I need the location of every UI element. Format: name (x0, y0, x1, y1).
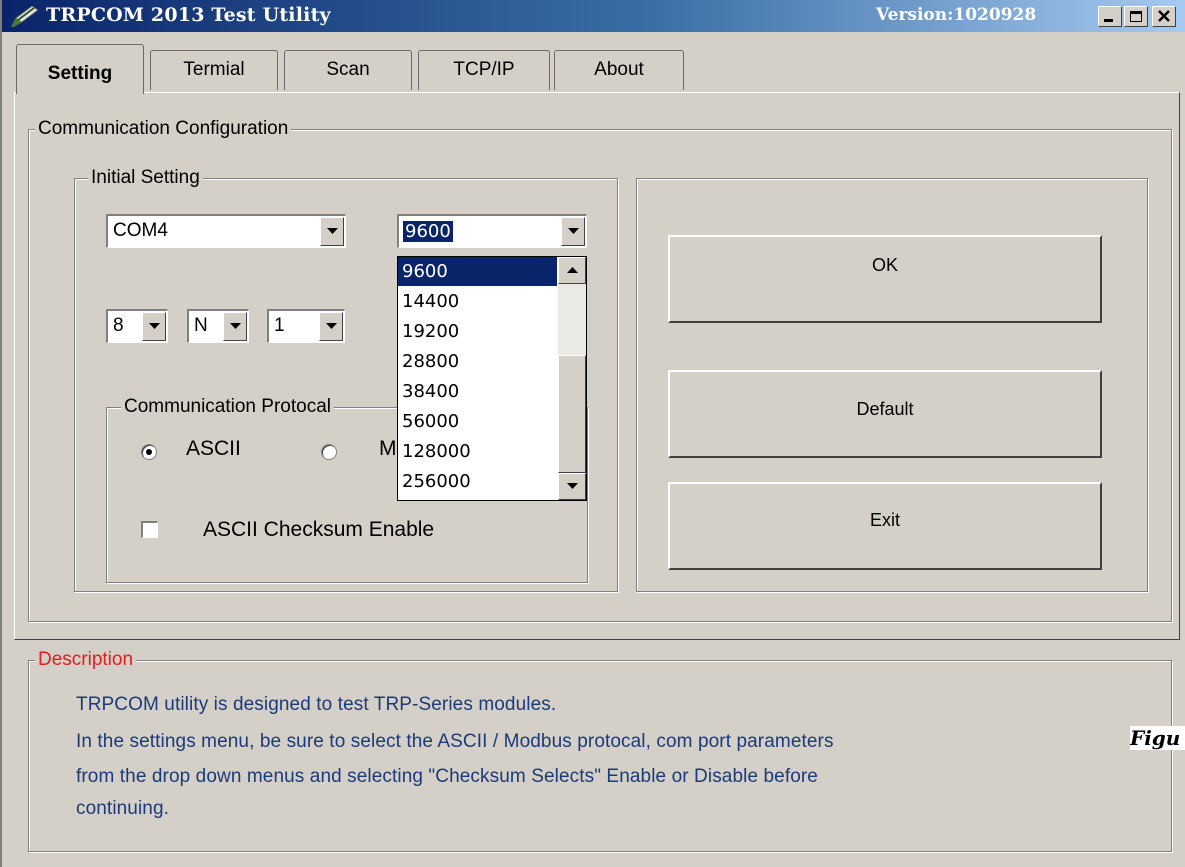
description-line: TRPCOM utility is designed to test TRP-S… (76, 694, 557, 715)
data-bits-value: 8 (113, 315, 124, 336)
ascii-radio[interactable] (141, 444, 157, 460)
ascii-checksum-checkbox[interactable] (141, 521, 158, 538)
chevron-down-icon (230, 323, 241, 329)
scroll-up-button[interactable] (558, 257, 586, 284)
tab-about[interactable]: About (554, 50, 684, 90)
ok-button-label: OK (871, 255, 898, 275)
radio-selected-dot (146, 449, 152, 455)
baud-option[interactable]: 256000 (398, 467, 557, 496)
chevron-down-icon (326, 323, 337, 329)
parity-select[interactable]: N (187, 309, 249, 343)
parity-dropdown-button[interactable] (223, 312, 247, 341)
baud-option[interactable]: 128000 (398, 437, 557, 466)
scrollbar-thumb[interactable] (558, 355, 586, 473)
communication-protocol-label: Communication Protocal (121, 396, 334, 418)
maximize-icon (1130, 11, 1142, 22)
description-group: Description (28, 649, 1172, 852)
communication-configuration-label: Communication Configuration (35, 118, 292, 140)
com-port-select[interactable]: COM4 (106, 214, 346, 248)
com-port-value: COM4 (113, 220, 168, 241)
baud-option[interactable]: 9600 (398, 257, 557, 286)
data-bits-dropdown-button[interactable] (142, 312, 166, 341)
chevron-up-icon (567, 267, 578, 273)
initial-setting-label: Initial Setting (88, 167, 203, 189)
tab-terminal[interactable]: Termial (150, 50, 278, 90)
description-line: continuing. (76, 798, 170, 819)
close-button[interactable] (1152, 6, 1176, 27)
exit-button-label: Exit (869, 510, 900, 530)
modbus-radio[interactable] (321, 444, 337, 460)
app-window: TRPCOM 2013 Test Utility Version:1020928… (0, 0, 1185, 867)
pen-icon (10, 5, 39, 27)
chevron-down-icon (567, 483, 578, 489)
stop-bits-value: 1 (274, 315, 285, 336)
baud-rate-select[interactable]: 9600 (397, 214, 587, 248)
description-line: from the drop down menus and selecting "… (76, 766, 818, 787)
chevron-down-icon (149, 323, 160, 329)
version-label: Version:1020928 (876, 5, 1037, 25)
ascii-checksum-label: ASCII Checksum Enable (203, 518, 435, 541)
dropdown-scrollbar[interactable] (558, 257, 586, 500)
ok-button[interactable]: OK (668, 235, 1102, 323)
exit-button[interactable]: Exit (668, 482, 1102, 570)
title-bar[interactable]: TRPCOM 2013 Test Utility Version:1020928 (2, 0, 1185, 32)
chevron-down-icon (327, 228, 338, 234)
tab-setting[interactable]: Setting (16, 44, 144, 94)
baud-option[interactable]: 19200 (398, 317, 557, 346)
default-button-label: Default (856, 399, 914, 419)
baud-rate-value: 9600 (403, 221, 453, 242)
tab-scan[interactable]: Scan (284, 50, 412, 90)
baud-rate-dropdown-list[interactable]: 9600 14400 19200 28800 38400 56000 12800… (397, 256, 587, 501)
baud-rate-dropdown-button[interactable] (561, 217, 585, 246)
description-label: Description (35, 649, 137, 671)
baud-option[interactable]: 38400 (398, 377, 557, 406)
ascii-label: ASCII (186, 437, 241, 460)
chevron-down-icon (568, 228, 579, 234)
default-button[interactable]: Default (668, 370, 1102, 458)
minimize-button[interactable] (1098, 6, 1122, 27)
baud-option[interactable]: 14400 (398, 287, 557, 316)
scroll-down-button[interactable] (558, 473, 586, 500)
window-title: TRPCOM 2013 Test Utility (46, 4, 331, 26)
minimize-icon (1104, 19, 1113, 22)
parity-value: N (194, 315, 208, 336)
maximize-button[interactable] (1124, 6, 1148, 27)
baud-option[interactable]: 28800 (398, 347, 557, 376)
stop-bits-dropdown-button[interactable] (319, 312, 343, 341)
close-icon (1158, 10, 1170, 22)
tab-tcpip[interactable]: TCP/IP (418, 50, 550, 90)
description-line: In the settings menu, be sure to select … (76, 731, 834, 752)
data-bits-select[interactable]: 8 (106, 309, 168, 343)
stop-bits-select[interactable]: 1 (267, 309, 345, 343)
figure-caption-fragment: Figu (1130, 726, 1185, 750)
baud-option[interactable]: 56000 (398, 407, 557, 436)
com-port-dropdown-button[interactable] (320, 217, 344, 246)
